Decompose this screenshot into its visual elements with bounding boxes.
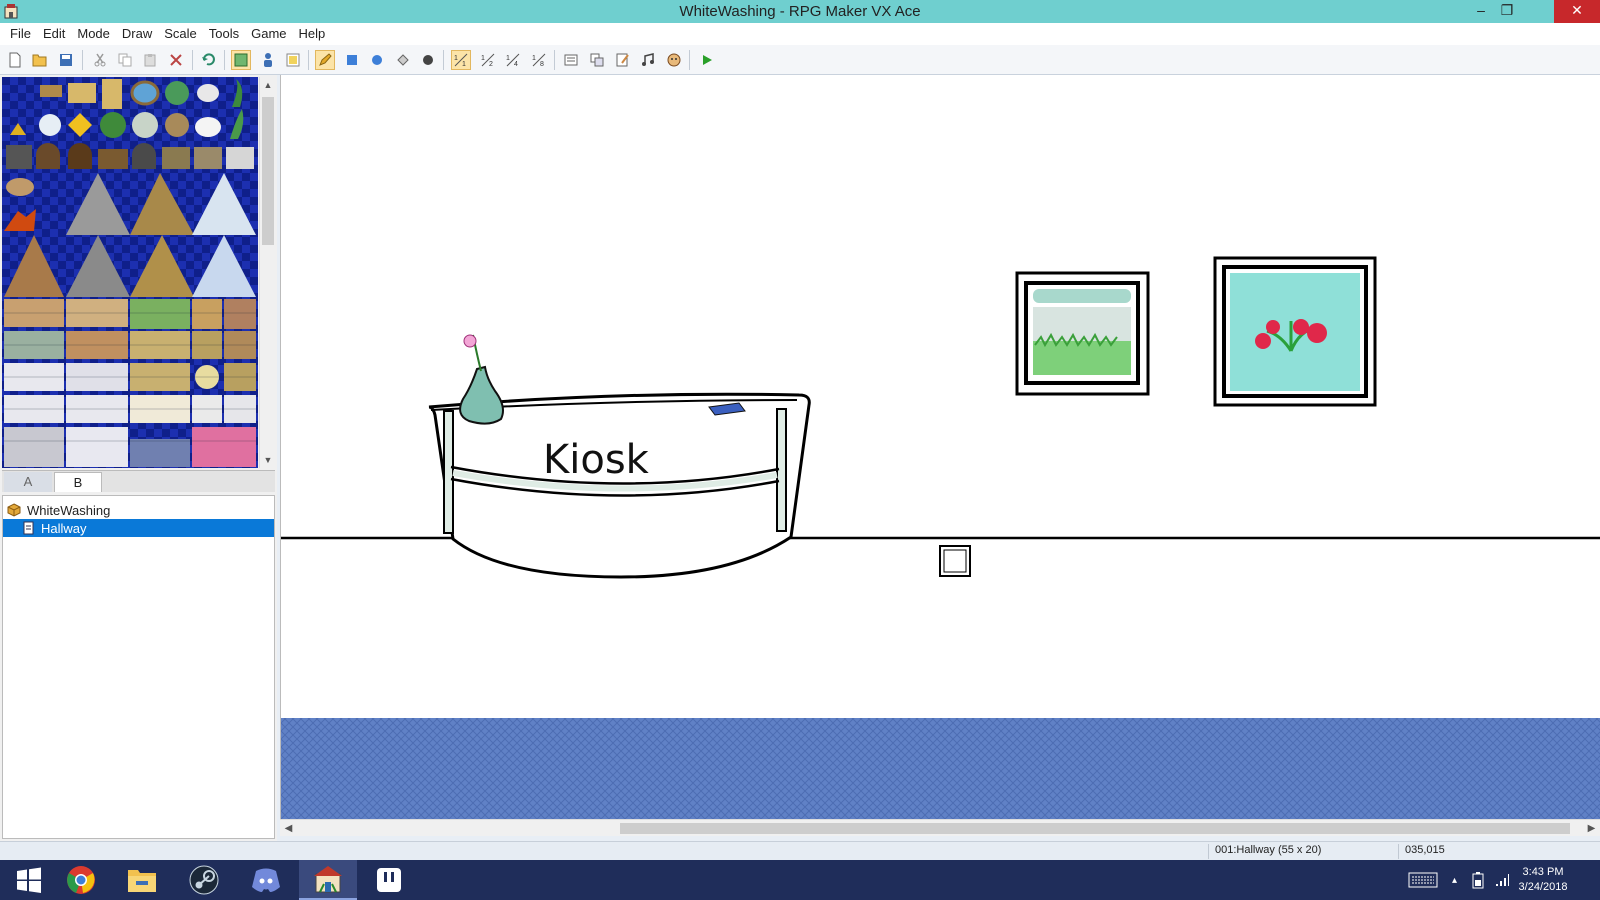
painting-flowers [1213, 256, 1377, 407]
tray-overflow-icon[interactable]: ▴ [1452, 860, 1457, 900]
event-mode-icon[interactable] [258, 50, 278, 70]
scale-1-8-icon[interactable]: 18 [529, 50, 549, 70]
discord-icon[interactable] [237, 860, 295, 900]
map-name: Hallway [41, 520, 87, 536]
toolbar: 11 12 14 18 [0, 45, 1600, 75]
map-mode-icon[interactable] [231, 50, 251, 70]
menu-help[interactable]: Help [293, 23, 332, 45]
scale-1-4-icon[interactable]: 14 [503, 50, 523, 70]
file-explorer-icon[interactable] [113, 860, 171, 900]
window-title: WhiteWashing - RPG Maker VX Ace [679, 3, 921, 20]
script-editor-icon[interactable] [613, 50, 633, 70]
copy-icon[interactable] [115, 50, 135, 70]
clock-time: 3:43 PM [1522, 866, 1564, 878]
save-project-icon[interactable] [56, 50, 76, 70]
left-panel: ▲ ▼ A B WhiteWashing Hallway [0, 75, 277, 841]
status-bar: 001:Hallway (55 x 20) 035,015 [0, 841, 1600, 860]
shadow-pen-icon[interactable] [418, 50, 438, 70]
kiosk-label: Kiosk [543, 437, 650, 483]
pencil-icon[interactable] [315, 50, 335, 70]
sound-test-icon[interactable] [638, 50, 658, 70]
steam-icon[interactable] [175, 860, 233, 900]
map-canvas[interactable]: Kiosk [280, 75, 1600, 819]
menu-edit[interactable]: Edit [37, 23, 71, 45]
keyboard-icon[interactable] [1408, 860, 1438, 900]
clock-date: 3/24/2018 [1518, 881, 1568, 893]
tab-tileset-b[interactable]: B [54, 472, 102, 492]
scroll-left-icon[interactable]: ◀ [280, 820, 297, 837]
chrome-icon[interactable] [52, 860, 110, 900]
undo-icon[interactable] [199, 50, 219, 70]
tree-project-root[interactable]: WhiteWashing [3, 501, 274, 519]
flood-fill-icon[interactable] [393, 50, 413, 70]
system-clock[interactable]: 3:43 PM 3/24/2018 [1508, 865, 1578, 895]
new-project-icon[interactable] [5, 50, 25, 70]
region-mode-icon[interactable] [283, 50, 303, 70]
menu-mode[interactable]: Mode [71, 23, 116, 45]
menu-bar: File Edit Mode Draw Scale Tools Game Hel… [0, 23, 1600, 45]
svg-text:1: 1 [481, 55, 485, 62]
cut-icon[interactable] [90, 50, 110, 70]
database-icon[interactable] [561, 50, 581, 70]
svg-text:2: 2 [489, 61, 493, 67]
floor-pattern [281, 718, 1600, 819]
character-generator-icon[interactable] [664, 50, 684, 70]
scroll-right-icon[interactable]: ▶ [1583, 820, 1600, 837]
svg-text:4: 4 [514, 61, 518, 67]
stop-sign-app-icon[interactable] [360, 860, 418, 900]
svg-text:1: 1 [532, 55, 536, 62]
menu-scale[interactable]: Scale [158, 23, 203, 45]
ellipse-icon[interactable] [367, 50, 387, 70]
menu-tools[interactable]: Tools [203, 23, 245, 45]
tileset-palette[interactable] [2, 77, 258, 468]
rpg-maker-icon[interactable] [299, 860, 357, 900]
resource-manager-icon[interactable] [587, 50, 607, 70]
painting-landscape [1015, 271, 1150, 396]
title-bar: WhiteWashing - RPG Maker VX Ace – ❐ ✕ [0, 0, 1600, 23]
rectangle-icon[interactable] [342, 50, 362, 70]
svg-text:8: 8 [540, 61, 544, 67]
battery-icon[interactable] [1470, 860, 1486, 900]
open-project-icon[interactable] [30, 50, 50, 70]
scale-1-1-icon[interactable]: 11 [451, 50, 471, 70]
restore-button[interactable]: ❐ [1492, 0, 1522, 23]
status-coordinates: 035,015 [1398, 844, 1518, 859]
project-name: WhiteWashing [27, 502, 111, 518]
svg-text:1: 1 [462, 61, 466, 67]
tileset-scrollbar[interactable]: ▲ ▼ [259, 77, 275, 468]
menu-draw[interactable]: Draw [116, 23, 158, 45]
svg-text:1: 1 [454, 55, 458, 62]
tileset-tabs: A B [2, 470, 275, 492]
status-map-info: 001:Hallway (55 x 20) [1208, 844, 1398, 859]
taskbar: ▴ 3:43 PM 3/24/2018 [0, 860, 1600, 900]
delete-icon[interactable] [166, 50, 186, 70]
tab-tileset-a[interactable]: A [4, 472, 52, 492]
svg-text:1: 1 [506, 55, 510, 62]
scroll-down-icon[interactable]: ▼ [260, 452, 276, 468]
paste-icon[interactable] [140, 50, 160, 70]
scale-1-2-icon[interactable]: 12 [478, 50, 498, 70]
close-button[interactable]: ✕ [1554, 0, 1600, 23]
menu-game[interactable]: Game [245, 23, 292, 45]
playtest-icon[interactable] [697, 50, 717, 70]
map-tree: WhiteWashing Hallway [2, 495, 275, 839]
menu-file[interactable]: File [4, 23, 37, 45]
scroll-up-icon[interactable]: ▲ [260, 77, 276, 93]
scroll-thumb[interactable] [262, 97, 274, 245]
windows-start-icon[interactable] [0, 860, 58, 900]
tree-item-map[interactable]: Hallway [3, 519, 274, 537]
map-horizontal-scrollbar[interactable]: ◀ ▶ [280, 819, 1600, 836]
map-page-icon [23, 521, 34, 535]
project-cube-icon [7, 503, 21, 517]
scroll-thumb-horizontal[interactable] [620, 823, 1570, 834]
